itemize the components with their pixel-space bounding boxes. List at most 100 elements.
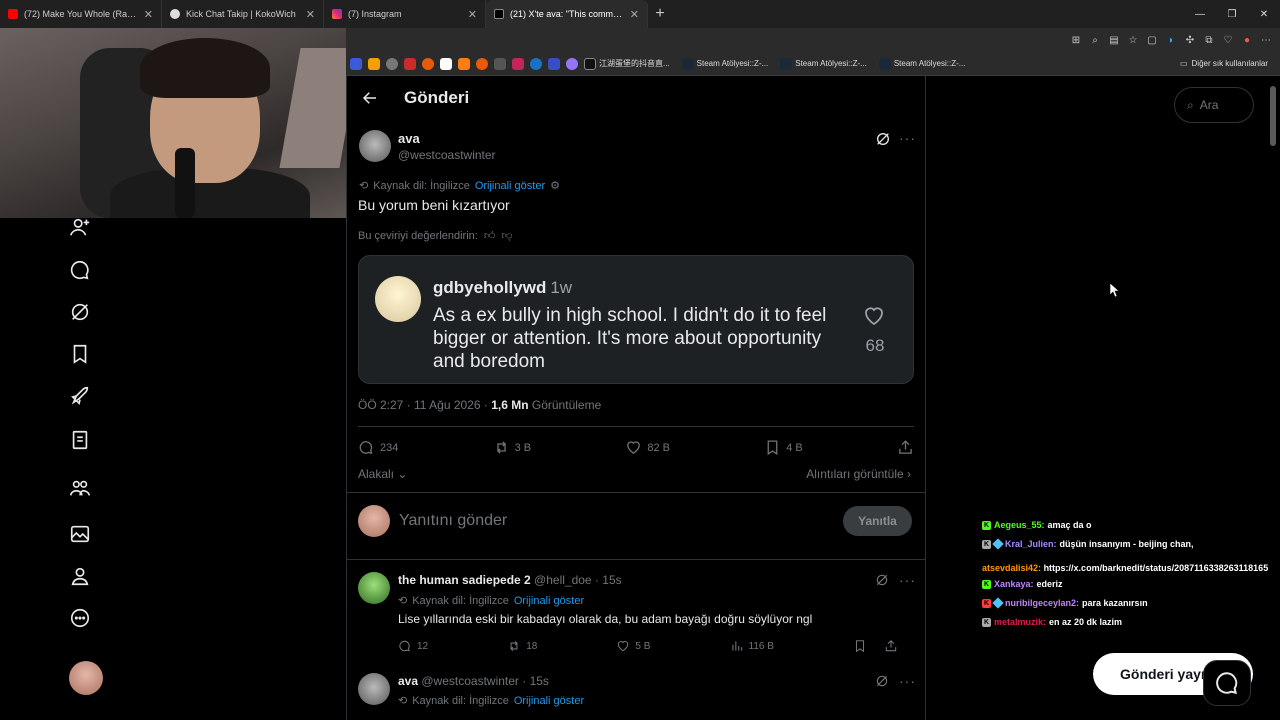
view-quotes-link[interactable]: Alıntıları görüntüle ›	[806, 467, 911, 481]
scrollbar[interactable]	[1270, 86, 1276, 146]
reply-action[interactable]: 12	[398, 639, 428, 653]
collections-icon[interactable]: ⧉	[1203, 35, 1215, 46]
close-tab-icon[interactable]: ✕	[468, 8, 477, 21]
bookmark-link[interactable]: 江湖蛋堡的抖音直...	[584, 57, 670, 70]
show-original-link[interactable]: Orijinali göster	[514, 595, 584, 607]
bookmark-link[interactable]: Steam Atölyesi::Z-...	[780, 57, 867, 70]
more-options-icon[interactable]	[69, 607, 91, 629]
tab-label: (7) Instagram	[348, 9, 402, 19]
search-box[interactable]: ⌕ Ara	[1174, 87, 1254, 123]
show-original-link[interactable]: Orijinali göster	[514, 695, 584, 707]
browser-menu-icon[interactable]: ⋯	[1260, 35, 1272, 46]
reply-button[interactable]: Yanıtla	[843, 506, 912, 536]
repost-action[interactable]: 3 B	[493, 439, 531, 456]
bookmark-icon[interactable]	[548, 57, 560, 70]
author-avatar[interactable]	[359, 130, 391, 162]
comment-avatar[interactable]	[358, 572, 390, 604]
bookmark-icon[interactable]	[494, 57, 506, 70]
bookmark-icon[interactable]	[386, 57, 398, 70]
zoom-icon[interactable]: ⌕	[1089, 35, 1101, 46]
reply-action[interactable]: 234	[358, 439, 398, 456]
split-icon[interactable]: ▢	[1146, 35, 1158, 46]
jobs-rocket-icon[interactable]	[69, 385, 91, 407]
reader-icon[interactable]: ▤	[1108, 35, 1120, 46]
bookmark-action[interactable]: 4 B	[764, 439, 803, 456]
thumbs-down-icon[interactable]: 👎︎	[501, 229, 512, 242]
background-light	[279, 48, 346, 168]
bookmark-link[interactable]: Steam Atölyesi::Z-...	[681, 57, 769, 70]
grok-icon[interactable]	[875, 573, 889, 587]
comment-author[interactable]: ava	[398, 674, 418, 688]
tab-kick-chat[interactable]: Kick Chat Takip | KokoWich ✕	[162, 0, 324, 28]
messages-drawer-button[interactable]	[1203, 660, 1251, 706]
close-tab-icon[interactable]: ✕	[306, 8, 315, 21]
heart-icon[interactable]: ♡	[1222, 35, 1234, 46]
other-favorites-folder[interactable]: ▭ Diğer sık kullanılanlar	[1180, 59, 1268, 68]
author-name[interactable]: ava	[398, 131, 420, 146]
author-handle[interactable]: @westcoastwinter	[398, 148, 496, 162]
profile-avatar-icon[interactable]: ●	[1241, 35, 1253, 46]
bookmark-icon[interactable]	[566, 57, 578, 70]
extension-icon[interactable]: ◗	[1165, 35, 1177, 46]
bookmark-icon[interactable]	[440, 57, 452, 70]
favorite-star-icon[interactable]: ☆	[1127, 35, 1139, 46]
tab-label: (72) Make You Whole (Radio Edit)	[24, 9, 138, 19]
media-icon[interactable]	[69, 523, 91, 545]
bookmark-icon[interactable]	[350, 57, 362, 70]
sort-relevant-dropdown[interactable]: Alakalı ⌄	[358, 467, 407, 481]
comment-author[interactable]: the human sadiepede 2	[398, 573, 531, 587]
reply-input[interactable]: Yanıtını gönder	[399, 512, 507, 530]
apps-icon[interactable]: ⊞	[1070, 35, 1082, 46]
quoted-username-text: gdbyehollywd	[433, 278, 547, 297]
tab-x-post[interactable]: (21) X'te ava: "This comment is fryi ✕	[486, 0, 648, 28]
bookmarks-icon[interactable]	[69, 343, 91, 365]
share-icon[interactable]	[884, 639, 898, 653]
bookmark-icon[interactable]	[368, 57, 380, 70]
profile-icon[interactable]	[69, 565, 91, 587]
show-original-link[interactable]: Orijinali göster	[475, 180, 545, 192]
bookmark-label: Steam Atölyesi::Z-...	[696, 59, 769, 68]
tab-youtube[interactable]: (72) Make You Whole (Radio Edit) ✕	[0, 0, 162, 28]
like-action[interactable]: 82 B	[625, 439, 670, 456]
messages-icon[interactable]	[69, 259, 91, 281]
like-action[interactable]: 5 B	[616, 639, 650, 653]
post-timestamp[interactable]: ÖÖ 2:27 · 11 Ağu 2026 ·	[358, 398, 491, 412]
new-tab-button[interactable]: +	[648, 5, 672, 23]
views-action[interactable]: 116 B	[730, 639, 774, 653]
bookmark-icon[interactable]	[404, 57, 416, 70]
close-window-icon[interactable]: ✕	[1248, 0, 1280, 28]
communities-icon[interactable]	[69, 477, 91, 499]
grok-icon[interactable]	[875, 674, 889, 688]
tab-label: Kick Chat Takip | KokoWich	[186, 9, 296, 19]
more-icon[interactable]: ···	[899, 673, 916, 689]
puzzle-icon[interactable]: ✣	[1184, 35, 1196, 46]
restore-icon[interactable]: ❐	[1216, 0, 1248, 28]
bookmark-action[interactable]	[853, 639, 898, 653]
bookmark-icon[interactable]	[476, 57, 488, 70]
bookmark-icon[interactable]	[458, 57, 470, 70]
bookmark-icon[interactable]	[512, 57, 524, 70]
account-avatar[interactable]	[69, 661, 103, 695]
quoted-comment-card[interactable]: gdbyehollywd 1w As a ex bully in high sch…	[358, 255, 914, 384]
thumbs-up-icon[interactable]: 👍︎	[484, 229, 496, 242]
share-action[interactable]	[897, 439, 914, 456]
bookmark-link[interactable]: Steam Atölyesi::Z-...	[878, 57, 965, 70]
follow-icon[interactable]	[69, 216, 91, 238]
folder-icon: ▭	[1179, 59, 1188, 68]
back-arrow-icon[interactable]	[361, 89, 379, 107]
minimize-icon[interactable]: —	[1184, 0, 1216, 28]
comment-avatar[interactable]	[358, 673, 390, 705]
more-icon[interactable]: ···	[899, 572, 916, 588]
tab-instagram[interactable]: (7) Instagram ✕	[324, 0, 486, 28]
bookmark-icon[interactable]	[422, 57, 434, 70]
settings-gear-icon[interactable]: ⚙	[550, 179, 560, 192]
close-tab-icon[interactable]: ✕	[630, 8, 639, 21]
more-icon[interactable]: ···	[899, 130, 916, 146]
grok-icon[interactable]	[875, 131, 891, 147]
page-title: Gönderi	[404, 88, 470, 107]
close-tab-icon[interactable]: ✕	[144, 8, 153, 21]
repost-action[interactable]: 18	[507, 639, 537, 653]
grok-icon[interactable]	[69, 301, 91, 323]
bookmark-icon[interactable]	[530, 57, 542, 70]
lists-icon[interactable]	[69, 429, 91, 451]
